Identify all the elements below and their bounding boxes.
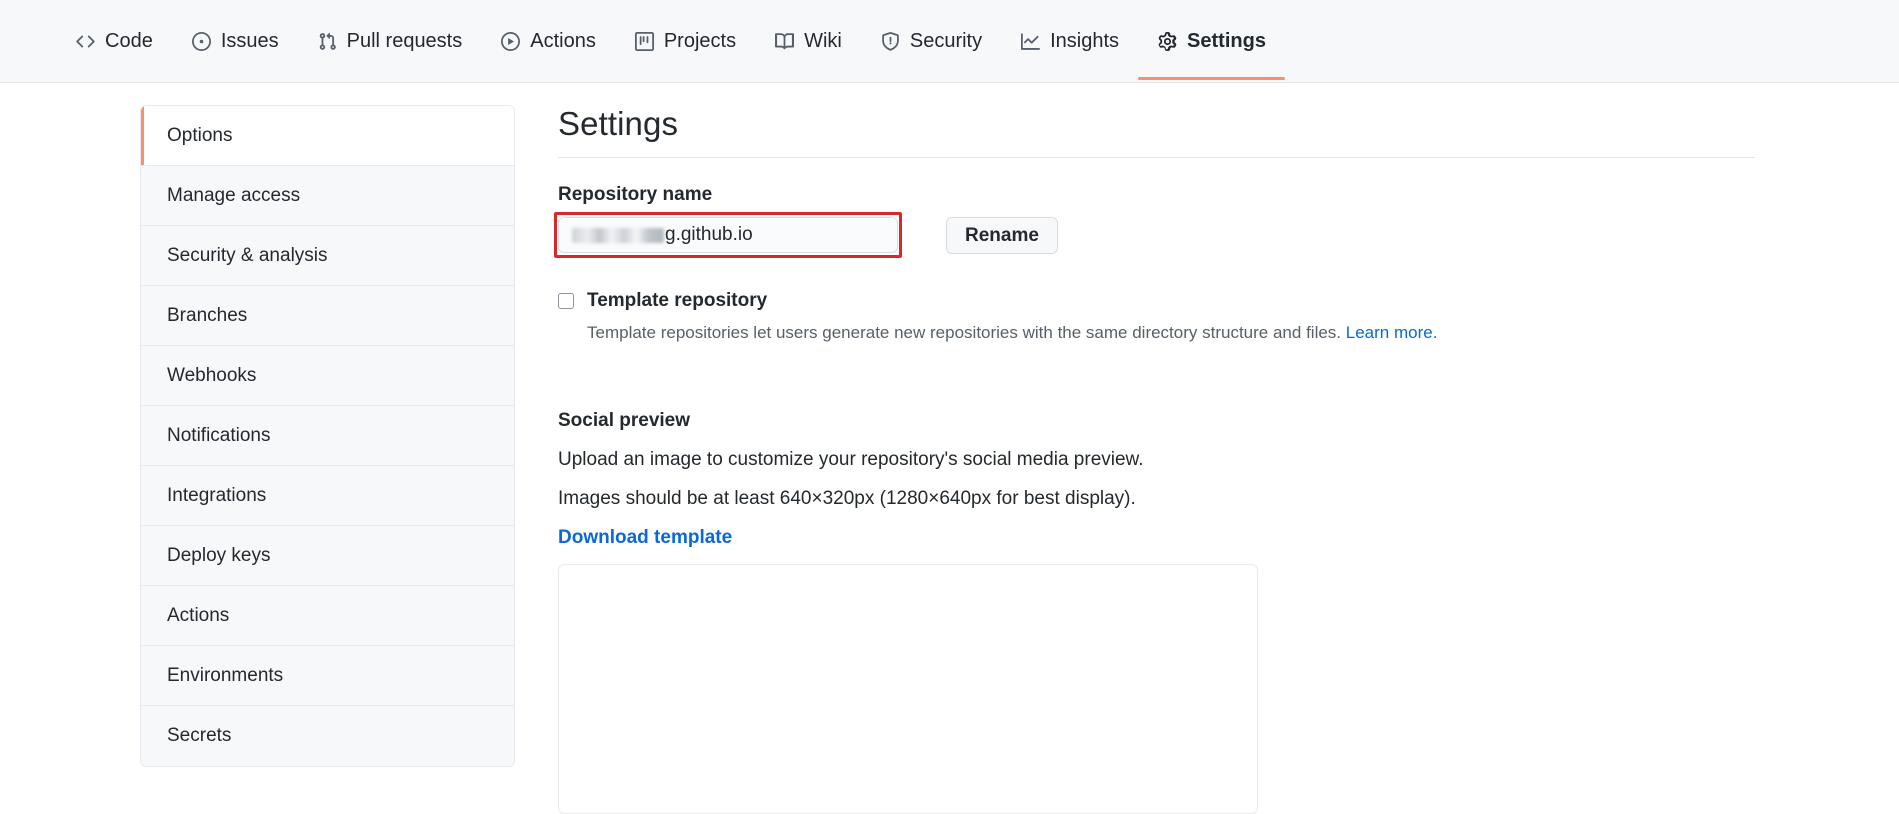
social-preview-line-2: Images should be at least 640×320px (128… (558, 487, 1136, 509)
redacted-username (572, 227, 664, 243)
sidebar-item-options[interactable]: Options (141, 106, 514, 166)
nav-tab-label: Issues (220, 29, 279, 52)
sidebar-item-label: Branches (167, 304, 248, 326)
title-divider (558, 157, 1755, 158)
sidebar-item-label: Deploy keys (167, 544, 271, 566)
sidebar-item-secrets[interactable]: Secrets (141, 706, 514, 766)
nav-tab-insights[interactable]: Insights (1001, 0, 1138, 82)
book-icon (774, 31, 795, 52)
settings-main-content: Settings Repository name g.github.io Ren… (554, 105, 1758, 814)
settings-sidebar: Options Manage access Security & analysi… (140, 105, 515, 767)
template-repository-section: Template repository Template repositorie… (558, 290, 1758, 346)
nav-tab-pull-requests[interactable]: Pull requests (298, 0, 482, 82)
play-circle-icon (500, 31, 521, 52)
project-board-icon (634, 31, 655, 52)
nav-tab-label: Settings (1187, 29, 1266, 52)
template-repository-row: Template repository (558, 290, 1758, 312)
sidebar-item-notifications[interactable]: Notifications (141, 406, 514, 466)
sidebar-item-label: Integrations (167, 484, 267, 506)
sidebar-item-label: Manage access (167, 184, 301, 206)
download-template-link[interactable]: Download template (558, 527, 1758, 549)
repository-nav-bar: Code Issues Pull requests Actions Projec (0, 0, 1899, 83)
social-preview-image-box[interactable] (558, 563, 1258, 814)
sidebar-item-environments[interactable]: Environments (141, 646, 514, 706)
sidebar-item-label: Secrets (167, 725, 232, 746)
nav-tab-label: Wiki (804, 29, 842, 52)
social-preview-section: Social preview Upload an image to custom… (558, 410, 1758, 814)
nav-tab-code[interactable]: Code (56, 0, 172, 82)
nav-tab-issues[interactable]: Issues (172, 0, 298, 82)
nav-tab-label: Pull requests (346, 29, 463, 52)
nav-tab-settings[interactable]: Settings (1138, 0, 1285, 82)
sidebar-item-integrations[interactable]: Integrations (141, 466, 514, 526)
repository-name-input[interactable]: g.github.io (558, 217, 898, 253)
nav-tab-label: Code (105, 29, 153, 52)
issue-opened-icon (191, 31, 212, 52)
social-preview-title: Social preview (558, 409, 691, 431)
repository-name-section: Repository name g.github.io Rename (554, 184, 1758, 258)
repository-name-row: g.github.io Rename (554, 212, 1758, 258)
sidebar-item-branches[interactable]: Branches (141, 286, 514, 346)
social-preview-line-1: Upload an image to customize your reposi… (558, 448, 1144, 470)
nav-tab-security[interactable]: Security (861, 0, 1001, 82)
nav-tab-projects[interactable]: Projects (615, 0, 755, 82)
repository-name-value: g.github.io (665, 224, 753, 245)
code-icon (75, 31, 96, 52)
nav-tab-label: Security (909, 29, 983, 52)
graph-icon (1020, 31, 1041, 52)
sidebar-item-label: Options (167, 124, 233, 146)
active-tab-underline (1138, 77, 1285, 80)
sidebar-item-security-analysis[interactable]: Security & analysis (141, 226, 514, 286)
shield-icon (880, 31, 901, 52)
git-pull-request-icon (317, 31, 338, 52)
nav-tab-label: Actions (530, 29, 596, 52)
template-repository-description-text: Template repositories let users generate… (587, 323, 1342, 342)
nav-tab-actions[interactable]: Actions (481, 0, 615, 82)
sidebar-item-label: Actions (167, 604, 230, 626)
nav-tab-label: Projects (663, 29, 737, 52)
sidebar-item-deploy-keys[interactable]: Deploy keys (141, 526, 514, 586)
sidebar-item-manage-access[interactable]: Manage access (141, 166, 514, 226)
sidebar-item-webhooks[interactable]: Webhooks (141, 346, 514, 406)
rename-button[interactable]: Rename (946, 217, 1058, 254)
sidebar-item-label: Webhooks (167, 364, 257, 386)
sidebar-item-label: Security & analysis (167, 244, 328, 266)
sidebar-item-actions[interactable]: Actions (141, 586, 514, 646)
repository-name-input-wrapper: g.github.io (554, 212, 902, 258)
repository-nav-list: Code Issues Pull requests Actions Projec (56, 0, 1285, 82)
sidebar-item-label: Environments (167, 664, 284, 686)
settings-page-body: Options Manage access Security & analysi… (0, 83, 1899, 814)
learn-more-link[interactable]: Learn more. (1346, 323, 1438, 342)
page-title: Settings (558, 105, 679, 142)
template-repository-label[interactable]: Template repository (587, 290, 767, 312)
gear-icon (1157, 31, 1178, 52)
sidebar-item-label: Notifications (167, 424, 271, 446)
nav-tab-label: Insights (1050, 29, 1120, 52)
nav-tab-wiki[interactable]: Wiki (755, 0, 861, 82)
template-repository-description: Template repositories let users generate… (587, 321, 1758, 346)
repository-name-label: Repository name (558, 184, 713, 205)
template-repository-checkbox[interactable] (558, 293, 574, 309)
